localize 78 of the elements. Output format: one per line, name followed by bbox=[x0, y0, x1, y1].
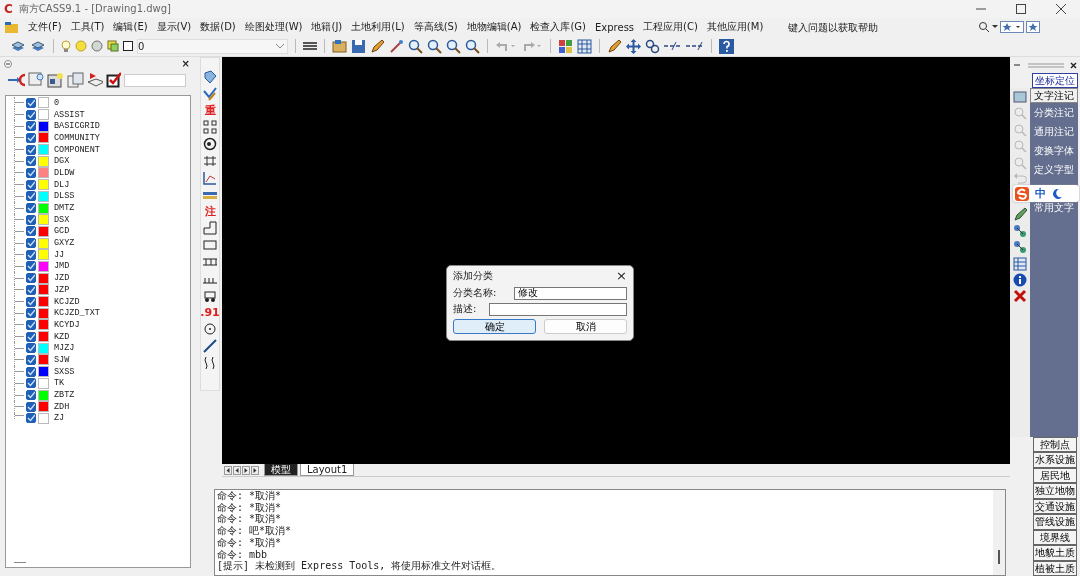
layer-name[interactable]: DLDW bbox=[54, 167, 75, 178]
layer-name[interactable]: COMMUNITY bbox=[54, 132, 100, 143]
layer-name[interactable]: KZD bbox=[54, 331, 70, 342]
close-button[interactable]: × bbox=[181, 59, 190, 69]
category-button[interactable]: 独立地物 bbox=[1033, 483, 1077, 499]
layer-name[interactable]: 0 bbox=[54, 97, 60, 108]
dialog-button[interactable]: 取消 bbox=[544, 319, 627, 334]
help-search-field[interactable]: 键入问题以获取帮助 bbox=[788, 21, 939, 33]
layer-name[interactable]: JJ bbox=[54, 249, 65, 260]
draw-tool-button[interactable]: 注 bbox=[204, 205, 216, 218]
layer-name[interactable]: DGX bbox=[54, 156, 70, 167]
layer-name[interactable]: KCJZD bbox=[54, 296, 80, 307]
command-line: 命令: 吧*取消* bbox=[217, 525, 293, 537]
input-field[interactable]: 修改 bbox=[514, 286, 627, 300]
menu-item[interactable]: 其他应用(M) bbox=[706, 20, 764, 34]
command-line: 命令: *取消* bbox=[217, 490, 283, 502]
coordinate-button[interactable]: 坐标定位 bbox=[1032, 73, 1078, 88]
layer-name[interactable]: JMD bbox=[54, 261, 70, 272]
layer-name[interactable]: KCYDJ bbox=[54, 319, 80, 330]
command-line: 命令: *取消* bbox=[217, 501, 283, 514]
menu-item[interactable]: 编辑(E) bbox=[113, 20, 148, 34]
layer-dropdown[interactable]: 0 bbox=[137, 38, 288, 54]
layer-name[interactable]: MJZJ bbox=[54, 343, 75, 354]
layer-name[interactable]: SJW bbox=[54, 354, 70, 365]
annotation-item[interactable]: 分类注记 bbox=[1034, 103, 1074, 122]
category-button[interactable]: 管线设施 bbox=[1033, 514, 1077, 530]
close-button[interactable]: × bbox=[616, 268, 627, 283]
ime-toolbar[interactable]: 中 bbox=[1013, 185, 1079, 202]
layer-name[interactable]: ZJ bbox=[54, 413, 65, 424]
menu-item[interactable]: 工具(T) bbox=[70, 20, 105, 34]
layer-name[interactable]: JZD bbox=[54, 273, 70, 284]
layout-tab[interactable]: Layout1 bbox=[300, 464, 355, 476]
menu-item[interactable]: 显示(V) bbox=[156, 20, 192, 34]
layer-name[interactable]: GCD bbox=[54, 226, 70, 237]
dialog-button[interactable]: 确定 bbox=[453, 319, 536, 334]
menu-item[interactable]: 工程应用(C) bbox=[643, 20, 698, 34]
menu-item[interactable]: 地物编辑(A) bbox=[466, 20, 522, 34]
category-button[interactable]: 水系设施 bbox=[1033, 452, 1077, 468]
draw-tool-button[interactable]: .91 bbox=[200, 306, 220, 319]
drawing-canvas[interactable]: 添加分类 × 分类名称: 修改 描述: 确定 取消 bbox=[222, 57, 1010, 464]
annotation-item[interactable]: 变换字体 bbox=[1034, 141, 1074, 160]
command-line: 命令: *取消* bbox=[217, 536, 283, 549]
dialog-title: 添加分类 bbox=[453, 268, 493, 283]
layer-name[interactable]: KCJZD_TXT bbox=[54, 308, 100, 319]
command-line: 命令: mbb bbox=[217, 548, 269, 560]
draw-tool-button[interactable]: 重 bbox=[204, 104, 216, 117]
annotation-item[interactable]: 通用注记 bbox=[1034, 122, 1074, 141]
layer-name[interactable]: BASICGRID bbox=[54, 121, 100, 132]
menu-item[interactable]: 绘图处理(W) bbox=[244, 20, 303, 34]
menu-item[interactable]: Express bbox=[595, 21, 635, 33]
menu-item[interactable]: 检查入库(G) bbox=[530, 20, 586, 34]
layer-name[interactable]: JZP bbox=[54, 284, 70, 295]
category-button[interactable]: 文字注记 bbox=[1030, 88, 1078, 103]
annotation-item[interactable]: 定义字型 bbox=[1034, 160, 1074, 179]
layer-name[interactable]: SXSS bbox=[54, 366, 75, 377]
layer-name[interactable]: DMTZ bbox=[54, 203, 75, 214]
layer-name[interactable]: DSX bbox=[54, 214, 70, 225]
layout-tab[interactable]: 模型 bbox=[264, 464, 298, 476]
layer-name[interactable]: COMPONENT bbox=[54, 144, 100, 155]
layer-name[interactable]: DLJ bbox=[54, 179, 70, 190]
menu-item[interactable]: 土地利用(L) bbox=[351, 20, 405, 34]
layer-name[interactable]: ZDH bbox=[54, 401, 70, 412]
category-button[interactable]: 地貌土质 bbox=[1033, 545, 1077, 561]
layer-name[interactable]: TK bbox=[54, 378, 65, 389]
menu-item[interactable]: 文件(F) bbox=[28, 20, 62, 34]
window-title: 南方CASS9.1 - [Drawing1.dwg] bbox=[18, 2, 171, 16]
layer-name[interactable]: ASSIST bbox=[54, 109, 85, 120]
layer-name[interactable]: DLSS bbox=[54, 191, 75, 202]
command-line: [提示] 未检测到 Express Tools, 将使用标准文件对话框。 bbox=[217, 560, 503, 572]
layer-name[interactable]: ZBTZ bbox=[54, 390, 75, 401]
field-label: 分类名称: bbox=[453, 286, 497, 300]
menu-item[interactable]: 等高线(S) bbox=[413, 20, 458, 34]
app-logo: C bbox=[4, 2, 13, 16]
menu-item[interactable]: 地籍(J) bbox=[311, 20, 343, 34]
menu-item[interactable]: 数据(D) bbox=[200, 20, 236, 34]
field-label: 描述: bbox=[453, 302, 478, 316]
command-line: 命令: *取消* bbox=[217, 513, 283, 526]
layer-name[interactable]: GXYZ bbox=[54, 238, 75, 249]
